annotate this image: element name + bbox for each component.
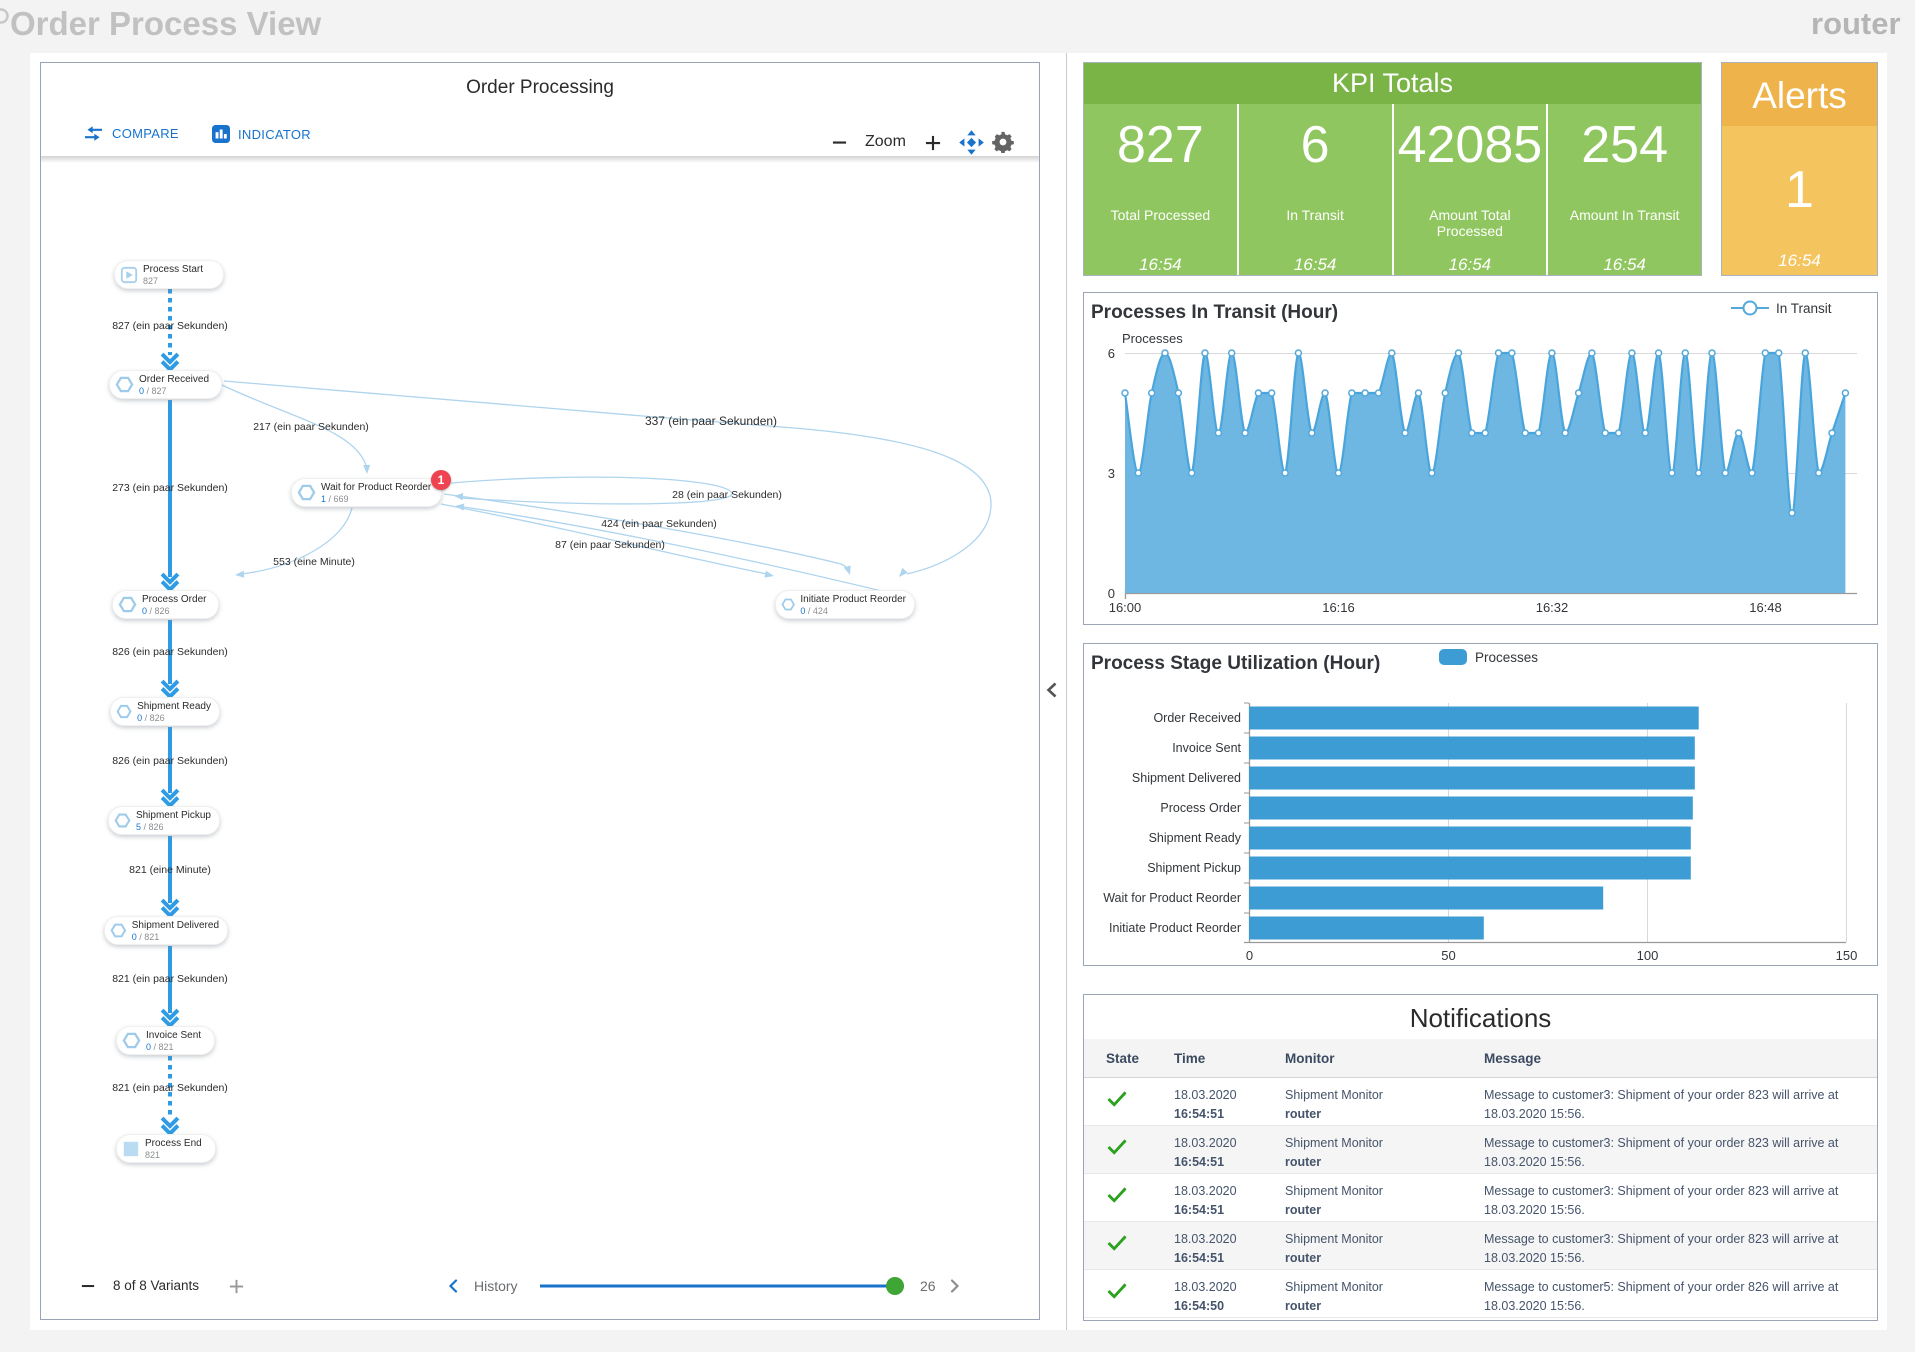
svg-text:Order Received: Order Received bbox=[1153, 711, 1241, 725]
svg-text:Shipment Ready: Shipment Ready bbox=[1149, 831, 1242, 845]
svg-text:150: 150 bbox=[1836, 948, 1858, 963]
svg-text:0: 0 bbox=[1108, 586, 1115, 601]
svg-text:100: 100 bbox=[1637, 948, 1659, 963]
svg-text:Initiate Product Reorder: Initiate Product Reorder bbox=[1109, 921, 1241, 935]
svg-text:50: 50 bbox=[1441, 948, 1455, 963]
svg-text:16:00: 16:00 bbox=[1109, 600, 1142, 615]
svg-text:6: 6 bbox=[1108, 346, 1115, 361]
svg-text:Process Order: Process Order bbox=[1160, 801, 1241, 815]
svg-text:16:48: 16:48 bbox=[1749, 600, 1782, 615]
svg-text:3: 3 bbox=[1108, 466, 1115, 481]
svg-text:Processes: Processes bbox=[1475, 650, 1538, 665]
svg-text:Invoice Sent: Invoice Sent bbox=[1172, 741, 1241, 755]
svg-text:In Transit: In Transit bbox=[1776, 301, 1832, 316]
svg-text:16:16: 16:16 bbox=[1322, 600, 1355, 615]
svg-text:0: 0 bbox=[1246, 948, 1253, 963]
svg-text:Shipment Delivered: Shipment Delivered bbox=[1132, 771, 1241, 785]
svg-text:Processes: Processes bbox=[1122, 331, 1183, 346]
svg-text:Shipment Pickup: Shipment Pickup bbox=[1147, 861, 1241, 875]
svg-text:16:32: 16:32 bbox=[1536, 600, 1569, 615]
svg-text:Wait for Product Reorder: Wait for Product Reorder bbox=[1103, 891, 1241, 905]
